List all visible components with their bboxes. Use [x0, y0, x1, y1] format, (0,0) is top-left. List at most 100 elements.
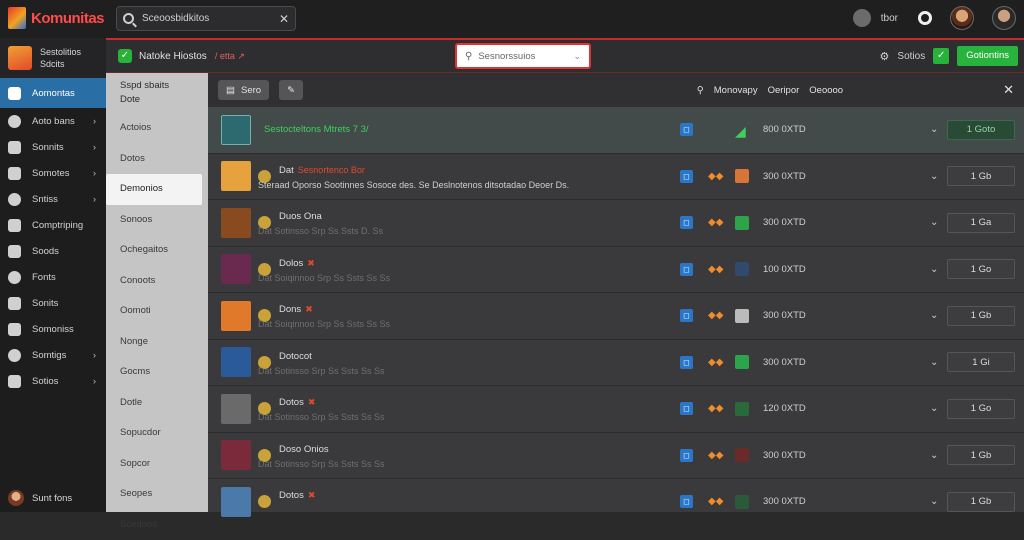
category-item[interactable]: Conoots: [106, 266, 208, 297]
row-action-button[interactable]: 1 Gi: [947, 352, 1015, 372]
sidebar-user[interactable]: Sunt fons: [8, 490, 72, 506]
chevron-right-icon: ›: [93, 376, 96, 386]
pin-icon[interactable]: ⚲: [697, 85, 704, 96]
sidebar-item[interactable]: Sonnits›: [0, 134, 106, 160]
category-item[interactable]: Sonoos: [106, 205, 208, 236]
check-toggle-button[interactable]: ✓: [933, 48, 949, 64]
status-icon[interactable]: [853, 9, 871, 27]
toolbar-button[interactable]: ▤ Sero: [218, 80, 269, 100]
thumbnail[interactable]: [221, 208, 251, 238]
sidebar-item[interactable]: Somotes›: [0, 160, 106, 186]
list-item[interactable]: Doso OniosDat Sotinsso Srp Ss Ssts Ss Ss…: [208, 433, 1024, 480]
sidebar-item[interactable]: Aomontas: [0, 78, 106, 108]
breadcrumb[interactable]: / etta ↗: [215, 51, 245, 62]
sidebar-item[interactable]: Sonits: [0, 290, 106, 316]
category-item[interactable]: Sopucdor: [106, 418, 208, 449]
sidebar-item[interactable]: Soods: [0, 238, 106, 264]
toolbar-button-label: Sero: [241, 85, 261, 96]
column-header-3[interactable]: Oeoooo: [809, 85, 843, 96]
list-item[interactable]: Dons✖Dat Soiqinnoo Srp Ss Ssts Ss Ss◻◆◆3…: [208, 293, 1024, 340]
avatar-secondary[interactable]: [992, 6, 1016, 30]
category-item[interactable]: Actoios: [106, 113, 208, 144]
chevron-down-icon[interactable]: ⌄: [930, 217, 938, 228]
item-name-group: Duos Ona: [279, 211, 322, 222]
chevron-down-icon[interactable]: ⌄: [930, 450, 938, 461]
platform-icon[interactable]: ◻: [680, 356, 693, 369]
rating-icon: ◆◆: [708, 357, 723, 368]
platform-icon[interactable]: ◻: [680, 123, 693, 136]
close-icon[interactable]: ✕: [279, 12, 289, 26]
list-item[interactable]: Dotos✖Dat Sotinsso Srp Ss Ssts Ss Ss◻◆◆1…: [208, 386, 1024, 433]
thumbnail[interactable]: [221, 347, 251, 377]
notification-icon[interactable]: [918, 11, 932, 25]
sidebar-item[interactable]: Fonts: [0, 264, 106, 290]
search-bar[interactable]: ✕: [116, 6, 296, 31]
category-item[interactable]: Sopcor: [106, 449, 208, 480]
sidebar-item[interactable]: Sntiss›: [0, 186, 106, 212]
thumbnail[interactable]: [221, 440, 251, 470]
filter-dropdown[interactable]: ⚲ Sesnorssuios ⌄: [455, 43, 591, 69]
row-action-button[interactable]: 1 Goto: [947, 120, 1015, 140]
chevron-down-icon[interactable]: ⌄: [930, 496, 938, 507]
chevron-down-icon[interactable]: ⌄: [930, 357, 938, 368]
platform-icon[interactable]: ◻: [680, 170, 693, 183]
platform-icon[interactable]: ◻: [680, 216, 693, 229]
category-item[interactable]: Dotos: [106, 144, 208, 175]
row-action-button[interactable]: 1 Go: [947, 259, 1015, 279]
row-action-button[interactable]: 1 Gb: [947, 445, 1015, 465]
category-item[interactable]: Nonge: [106, 327, 208, 358]
platform-icon[interactable]: ◻: [680, 495, 693, 508]
avatar[interactable]: [950, 6, 974, 30]
list-item[interactable]: Sestocteltons Mtrets 7 3/◻◢800 0XTD⌄1 Go…: [208, 107, 1024, 154]
sidebar-item[interactable]: Comptriping: [0, 212, 106, 238]
gear-icon[interactable]: ⚙: [880, 50, 890, 63]
chevron-down-icon[interactable]: ⌄: [930, 171, 938, 182]
edit-button[interactable]: ✎: [279, 80, 303, 100]
thumbnail[interactable]: [221, 115, 251, 145]
column-header-1[interactable]: Monovapy: [714, 85, 758, 96]
chevron-down-icon[interactable]: ⌄: [930, 310, 938, 321]
platform-icon[interactable]: ◻: [680, 309, 693, 322]
column-header-2[interactable]: Oeripor: [768, 85, 800, 96]
chevron-down-icon[interactable]: ⌄: [930, 403, 938, 414]
thumbnail[interactable]: [221, 254, 251, 284]
row-action-button[interactable]: 1 Go: [947, 399, 1015, 419]
thumbnail[interactable]: [221, 161, 251, 191]
thumbnail[interactable]: [221, 301, 251, 331]
row-action-button[interactable]: 1 Ga: [947, 213, 1015, 233]
category-item[interactable]: Dotle: [106, 388, 208, 419]
platform-icon[interactable]: ◻: [680, 449, 693, 462]
list-item[interactable]: Duos OnaDat Sotinsso Srp Ss Ssts D. Ss◻◆…: [208, 200, 1024, 247]
chevron-down-icon[interactable]: ⌄: [930, 124, 938, 135]
chevron-down-icon[interactable]: ⌄: [930, 264, 938, 275]
category-item[interactable]: Gocms: [106, 357, 208, 388]
list-item[interactable]: Dolos✖Dat Soiqinnoo Srp Ss Ssts Ss Ss◻◆◆…: [208, 247, 1024, 294]
list-item[interactable]: DatSesnortenco BorSteraad Oporso Sootinn…: [208, 154, 1024, 201]
list-item[interactable]: Dotos✖◻◆◆300 0XTD⌄1 Gb: [208, 479, 1024, 526]
platform-icon[interactable]: ◻: [680, 263, 693, 276]
category-item[interactable]: Seopes: [106, 479, 208, 510]
rating-icon: ◆◆: [708, 217, 723, 228]
search-input[interactable]: [142, 13, 272, 24]
primary-button[interactable]: Gotiontins: [957, 46, 1018, 66]
sidebar-item[interactable]: Somtigs›: [0, 342, 106, 368]
category-item[interactable]: Ochegaitos: [106, 235, 208, 266]
thumbnail[interactable]: [221, 394, 251, 424]
platform-icon[interactable]: ◻: [680, 402, 693, 415]
row-action-button[interactable]: 1 Gb: [947, 492, 1015, 512]
category-item[interactable]: Oomoti: [106, 296, 208, 327]
settings-label[interactable]: Sotios: [897, 51, 925, 62]
settings-icon: [8, 323, 21, 336]
sidebar-item[interactable]: Somoniss: [0, 316, 106, 342]
list-item[interactable]: DotocotDat Sotinsso Srp Ss Ssts Ss Ss◻◆◆…: [208, 340, 1024, 387]
sidebar-item[interactable]: Aoto bans›: [0, 108, 106, 134]
thumbnail[interactable]: [221, 487, 251, 517]
app-logo[interactable]: Komunitas: [8, 7, 104, 29]
sidebar-item[interactable]: Sotios›: [0, 368, 106, 394]
category-item[interactable]: Demonios: [106, 174, 202, 205]
close-icon[interactable]: ✕: [1003, 82, 1014, 98]
category-item[interactable]: Scedoos: [106, 510, 208, 540]
sidebar-brand[interactable]: Sestolitios Sdcits: [0, 38, 106, 78]
row-action-button[interactable]: 1 Gb: [947, 306, 1015, 326]
row-action-button[interactable]: 1 Gb: [947, 166, 1015, 186]
